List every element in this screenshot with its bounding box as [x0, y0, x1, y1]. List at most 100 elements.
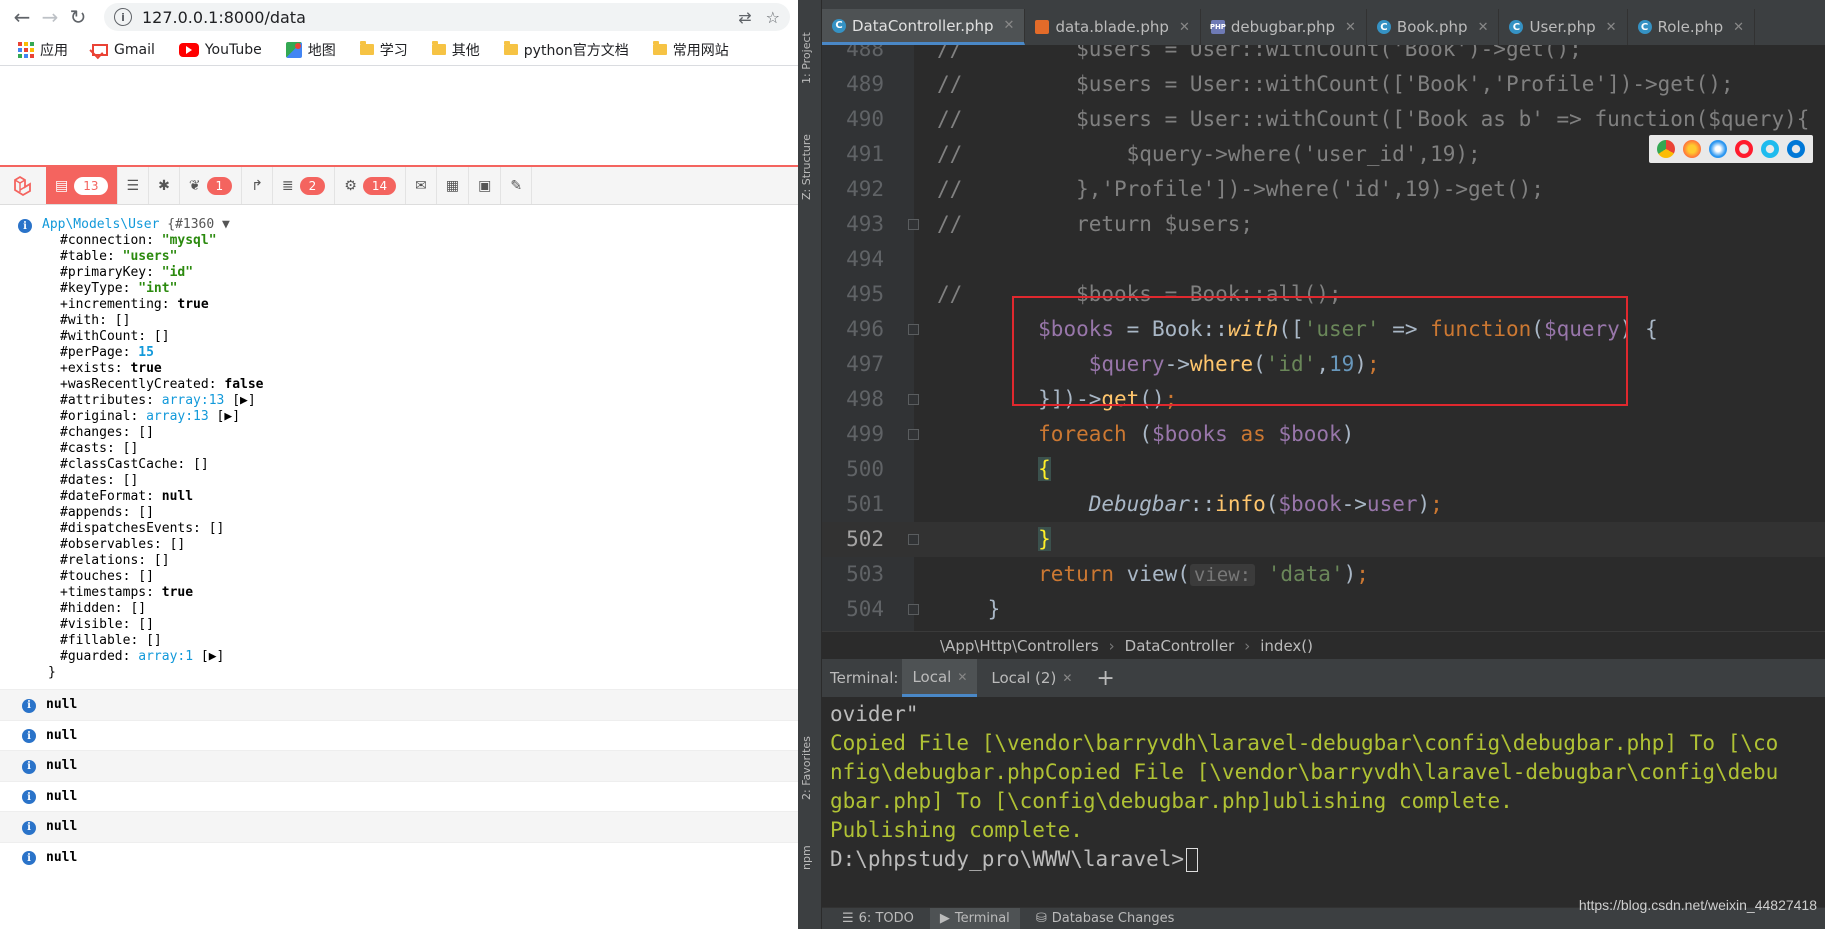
bookmark-item[interactable]: YouTube [169, 38, 272, 62]
expand-toggle[interactable]: [▶] [209, 409, 241, 424]
code-text[interactable]: // $users = User::withCount(['Book','Pro… [937, 67, 1734, 102]
code-line[interactable]: 493 // return $users; [822, 207, 1825, 242]
code-line[interactable]: 500 { [822, 452, 1825, 487]
close-icon[interactable]: ✕ [1179, 20, 1190, 35]
favorites-tool-label[interactable]: 2: Favorites [800, 736, 813, 800]
close-icon[interactable]: ✕ [1345, 20, 1356, 35]
code-text[interactable]: // },'Profile'])->where('id',19)->get(); [937, 172, 1544, 207]
safari-icon[interactable] [1709, 140, 1727, 158]
chrome-icon[interactable] [1657, 140, 1675, 158]
code-text[interactable]: // $users = User::withCount('Book')->get… [937, 45, 1582, 67]
opera-icon[interactable] [1735, 140, 1753, 158]
editor-tab-role-php[interactable]: C Role.php ✕ [1628, 9, 1756, 45]
toolwindow-todo[interactable]: ☰ 6: TODO [832, 908, 924, 929]
laravel-logo-icon[interactable] [0, 167, 46, 204]
forward-icon[interactable]: → [36, 3, 64, 31]
debugbar-tab-request[interactable]: ▦ [437, 167, 470, 204]
editor-tab-user-php[interactable]: C User.php ✕ [1499, 9, 1628, 45]
code-line[interactable]: 502 } [822, 522, 1825, 557]
terminal-tab-local[interactable]: Local ✕ [902, 659, 978, 697]
code-line[interactable]: 496 $books = Book::with(['user' => funct… [822, 312, 1825, 347]
debugbar-tab-models[interactable]: ⚙ 14 [335, 167, 407, 204]
bookmark-item[interactable]: python官方文档 [494, 38, 639, 62]
fold-marker-icon[interactable] [908, 394, 919, 405]
code-text[interactable]: return view(view: 'data'); [937, 557, 1369, 593]
code-line[interactable]: 494 [822, 242, 1825, 277]
close-icon[interactable]: ✕ [1733, 20, 1744, 35]
debugbar-tab-mails[interactable]: ✉ [406, 167, 437, 204]
code-text[interactable]: { [937, 452, 1051, 487]
code-line[interactable]: 498 }])->get(); [822, 382, 1825, 417]
toolwindow-terminal[interactable]: ▶ Terminal [929, 907, 1020, 929]
code-text[interactable]: foreach ($books as $book) [937, 417, 1354, 452]
code-text[interactable]: // $query->where('user_id',19); [937, 137, 1481, 172]
editor-tab-data-blade-php[interactable]: data.blade.php ✕ [1025, 9, 1201, 45]
dump-class[interactable]: App\Models\User [42, 217, 159, 232]
fold-marker-icon[interactable] [908, 429, 919, 440]
close-icon[interactable]: ✕ [1606, 20, 1617, 35]
url-field[interactable]: i 127.0.0.1:8000/data ⇄ ☆ [104, 3, 790, 31]
firefox-icon[interactable] [1683, 140, 1701, 158]
url-text[interactable]: 127.0.0.1:8000/data [142, 8, 724, 27]
code-line[interactable]: 492 // },'Profile'])->where('id',19)->get… [822, 172, 1825, 207]
edge-icon[interactable] [1787, 140, 1805, 158]
code-editor[interactable]: 488 // $users = User::withCount('Book')->… [822, 45, 1825, 631]
editor-tab-book-php[interactable]: C Book.php ✕ [1367, 9, 1500, 45]
breadcrumb-item[interactable]: index() [1260, 637, 1313, 655]
property-value[interactable]: array:1 [138, 649, 193, 664]
bookmark-item[interactable]: 常用网站 [643, 38, 739, 62]
debugbar-tab-queries[interactable]: ≣ 2 [273, 167, 336, 204]
code-text[interactable]: // return $users; [937, 207, 1253, 242]
toolwindow-database[interactable]: ⛁ Database Changes [1026, 908, 1185, 929]
code-text[interactable]: } [937, 522, 1051, 557]
debugbar-tab-session[interactable]: ▣ [469, 167, 502, 204]
editor-tab-debugbar-php[interactable]: PHP debugbar.php ✕ [1201, 9, 1367, 45]
close-icon[interactable]: ✕ [957, 670, 967, 684]
debugbar-tab-messages[interactable]: ▤ 13 [46, 167, 118, 204]
code-line[interactable]: 504 } [822, 592, 1825, 627]
reload-icon[interactable]: ↻ [64, 3, 92, 31]
code-line[interactable]: 490 // $users = User::withCount(['Book as… [822, 102, 1825, 137]
debugbar-tab-exceptions[interactable]: ✱ [149, 167, 180, 204]
code-text[interactable]: Debugbar::info($book->user); [937, 487, 1443, 522]
code-line[interactable]: 488 // $users = User::withCount('Book')->… [822, 45, 1825, 67]
code-line[interactable]: 495 // $books = Book::all(); [822, 277, 1825, 312]
npm-tool-label[interactable]: npm [800, 845, 813, 870]
debugbar-tab-tags[interactable]: ✎ [501, 167, 533, 204]
fold-marker-icon[interactable] [908, 534, 919, 545]
site-info-icon[interactable]: i [114, 8, 132, 26]
expand-toggle[interactable]: [▶] [224, 393, 256, 408]
translate-icon[interactable]: ⇄ [738, 8, 751, 27]
bookmark-star-icon[interactable]: ☆ [766, 8, 780, 27]
code-text[interactable]: } [937, 592, 1001, 627]
bookmark-item[interactable]: 应用 [8, 38, 78, 62]
back-icon[interactable]: ← [8, 3, 36, 31]
terminal-tab-local-2[interactable]: Local (2) ✕ [981, 659, 1082, 697]
code-text[interactable]: $query->where('id',19); [937, 347, 1380, 382]
fold-marker-icon[interactable] [908, 604, 919, 615]
code-text[interactable]: // $books = Book::all(); [937, 277, 1342, 312]
code-text[interactable]: // $users = User::withCount(['Book as b'… [937, 102, 1809, 137]
new-terminal-button[interactable]: + [1086, 666, 1124, 691]
project-tool-label[interactable]: 1: Project [800, 32, 813, 84]
expand-toggle[interactable]: [▶] [193, 649, 225, 664]
bookmark-item[interactable]: 其他 [422, 38, 490, 62]
code-line[interactable]: 499 foreach ($books as $book) [822, 417, 1825, 452]
dump-toggle[interactable]: ▼ [222, 217, 230, 232]
ie-icon[interactable] [1761, 140, 1779, 158]
code-line[interactable]: 503 return view(view: 'data'); [822, 557, 1825, 592]
code-line[interactable]: 501 Debugbar::info($book->user); [822, 487, 1825, 522]
fold-marker-icon[interactable] [908, 324, 919, 335]
bookmark-item[interactable]: 地图 [276, 38, 346, 62]
code-text[interactable]: }])->get(); [937, 382, 1177, 417]
close-icon[interactable]: ✕ [1004, 18, 1015, 33]
bookmark-item[interactable]: 学习 [350, 38, 418, 62]
property-value[interactable]: array:13 [146, 409, 209, 424]
debugbar-tab-views[interactable]: ❦ 1 [180, 167, 243, 204]
fold-marker-icon[interactable] [908, 219, 919, 230]
property-value[interactable]: array:13 [162, 393, 225, 408]
close-icon[interactable]: ✕ [1478, 20, 1489, 35]
structure-tool-label[interactable]: Z: Structure [800, 134, 813, 200]
editor-tab-datacontroller-php[interactable]: C DataController.php ✕ [822, 9, 1026, 45]
bookmark-item[interactable]: Gmail [82, 38, 165, 62]
